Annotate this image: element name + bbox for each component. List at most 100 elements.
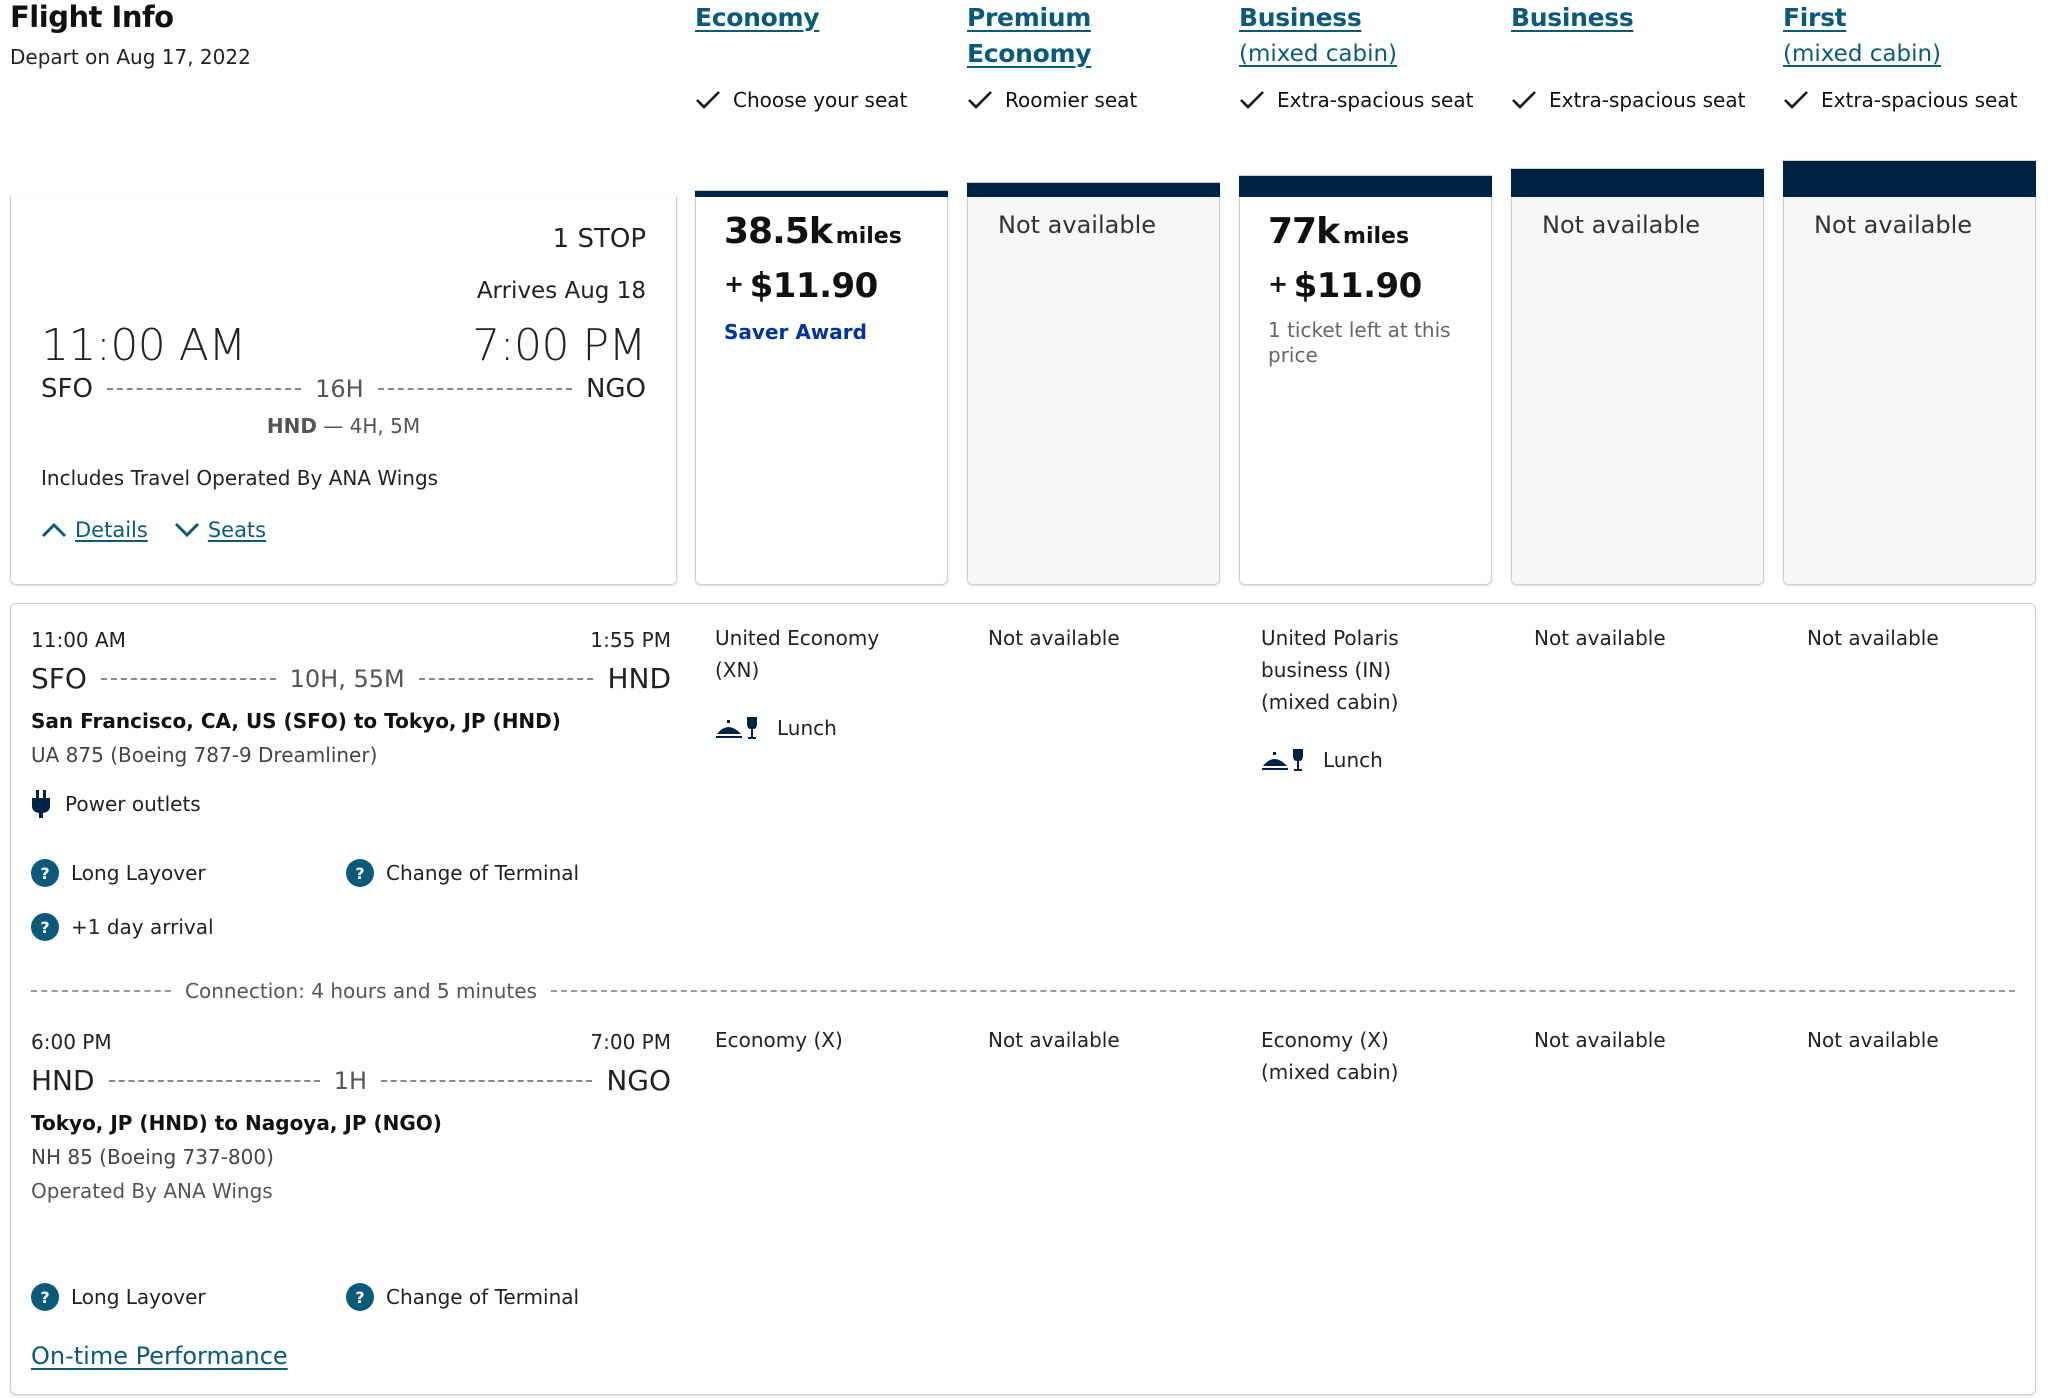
cabin-link-economy[interactable]: Economy (695, 0, 948, 36)
cabin-text: Not available (1807, 626, 1939, 650)
segment-2-cabin-premium-economy: Not available (988, 1024, 1228, 1056)
note-change-terminal[interactable]: ? Change of Terminal (346, 1283, 661, 1311)
check-icon (1512, 91, 1536, 109)
help-icon: ? (346, 1283, 374, 1311)
stopover-separator: — (323, 414, 344, 438)
note-label: Change of Terminal (386, 1285, 580, 1309)
stopover-info: HND — 4H, 5M (11, 414, 676, 438)
segment-destination: NGO (606, 1064, 672, 1097)
meal-info: Lunch (1261, 744, 1501, 776)
stopover-airport: HND (266, 414, 317, 438)
fare-miles: 38.5k (724, 211, 833, 252)
column-header-business: Business Extra-spacious seat (1511, 0, 1764, 112)
note-long-layover[interactable]: ? Long Layover (31, 859, 346, 887)
cabin-text: Not available (988, 1028, 1120, 1052)
seats-link-label: Seats (207, 518, 267, 542)
destination-code: NGO (585, 374, 646, 404)
note-label: +1 day arrival (71, 915, 214, 939)
segment-arrival-time: 1:55 PM (590, 628, 671, 652)
segment-departure-time: 11:00 AM (31, 628, 126, 652)
check-icon (1784, 91, 1808, 109)
note-label: Long Layover (71, 861, 206, 885)
feature-label: Extra-spacious seat (1277, 88, 1474, 112)
fare-miles-unit: miles (835, 224, 902, 249)
meal-icon (1262, 749, 1303, 771)
on-time-performance-link[interactable]: On-time Performance (31, 1342, 288, 1370)
route-dash (106, 388, 302, 390)
cabin-link-first-mixed[interactable]: First (1783, 0, 2036, 36)
cabin-text: Economy (X) (mixed cabin) (1261, 1028, 1399, 1084)
segment-departure-time: 6:00 PM (31, 1030, 112, 1054)
meal-info: Lunch (715, 712, 955, 744)
segment-1-cabin-first-mixed: Not available (1807, 622, 2047, 654)
segment-destination: HND (607, 662, 672, 695)
cabin-link-premium-economy[interactable]: Premium Economy (967, 0, 1220, 72)
fare-card-premium-economy: Not available (967, 182, 1220, 585)
fare-card-top-bar (1239, 176, 1492, 197)
not-available-label: Not available (1814, 211, 1973, 239)
cabin-subtitle-link[interactable]: (mixed cabin) (1783, 36, 2036, 72)
segment-2-cabin-economy: Economy (X) (715, 1024, 955, 1056)
cabin-link-business[interactable]: Business (1511, 0, 1764, 36)
help-icon: ? (31, 913, 59, 941)
origin-code: SFO (41, 374, 93, 404)
feature-label: Roomier seat (1005, 88, 1138, 112)
total-duration: 16H (315, 375, 364, 403)
help-icon: ? (31, 859, 59, 887)
feature-item: Choose your seat (695, 88, 907, 112)
check-icon (1240, 91, 1264, 109)
fare-miles: 77k (1268, 211, 1340, 252)
segment-notes: ? Long Layover ? Change of Terminal (31, 1283, 671, 1311)
segment-1-cabin-business: Not available (1534, 622, 1774, 654)
fare-card-economy[interactable]: 38.5k miles + $11.90 Saver Award (695, 190, 948, 585)
stops-label: 1 STOP (552, 224, 646, 254)
fare-price: $11.90 (749, 266, 879, 306)
fare-card-top-bar (967, 183, 1220, 197)
segment-2-cabin-first-mixed: Not available (1807, 1024, 2047, 1056)
fare-card-first-mixed: Not available (1783, 160, 2036, 585)
amenity-label: Power outlets (65, 792, 201, 816)
feature-item: Extra-spacious seat (1511, 88, 1745, 112)
help-icon: ? (346, 859, 374, 887)
fare-card-top-bar (1511, 169, 1764, 197)
departure-time: 11:00 AM (41, 320, 246, 371)
depart-date: Depart on Aug 17, 2022 (10, 45, 251, 69)
fare-plus: + (724, 270, 744, 298)
cabin-link-business-mixed[interactable]: Business (1239, 0, 1492, 36)
note-plus-one-day[interactable]: ? +1 day arrival (31, 913, 346, 941)
segment-cities: San Francisco, CA, US (SFO) to Tokyo, JP… (31, 709, 561, 733)
fare-plus: + (1268, 270, 1288, 298)
fare-card-business-mixed[interactable]: 77k miles + $11.90 1 ticket left at this p… (1239, 175, 1492, 585)
details-toggle[interactable]: Details (41, 518, 148, 542)
note-long-layover[interactable]: ? Long Layover (31, 1283, 346, 1311)
segment-flight-number: NH 85 (Boeing 737-800) (31, 1145, 274, 1169)
segment-flight-number: UA 875 (Boeing 787-9 Dreamliner) (31, 743, 378, 767)
tickets-left-label: 1 ticket left at this price (1268, 318, 1451, 367)
cabin-text: Not available (988, 626, 1120, 650)
meal-label: Lunch (777, 716, 837, 740)
summary-links: Details Seats (41, 518, 266, 542)
connection-divider: Connection: 4 hours and 5 minutes (31, 979, 2015, 1003)
meal-label: Lunch (1323, 748, 1383, 772)
route-line: SFO 16H NGO (41, 374, 646, 404)
route-dash (377, 388, 572, 390)
segment-arrival-time: 7:00 PM (590, 1030, 671, 1054)
cabin-text: Not available (1807, 1028, 1939, 1052)
cabin-subtitle-link[interactable]: (mixed cabin) (1239, 36, 1492, 72)
note-label: Long Layover (71, 1285, 206, 1309)
cabin-text: Not available (1534, 626, 1666, 650)
note-change-terminal[interactable]: ? Change of Terminal (346, 859, 661, 887)
connection-label: Connection: 4 hours and 5 minutes (185, 979, 537, 1003)
fare-price: $11.90 (1293, 266, 1423, 306)
segment-origin: SFO (31, 662, 87, 695)
fare-card-top-bar (1783, 161, 2036, 197)
seats-toggle[interactable]: Seats (174, 518, 266, 542)
segment-origin: HND (31, 1064, 95, 1097)
help-icon: ? (31, 1283, 59, 1311)
route-dash (108, 1079, 320, 1082)
segment-duration: 1H (333, 1066, 368, 1095)
segment-2: 6:00 PM 7:00 PM HND 1H NGO Tokyo, JP (HN… (31, 1030, 671, 1311)
segment-cities: Tokyo, JP (HND) to Nagoya, JP (NGO) (31, 1111, 442, 1135)
amenity-power: Power outlets (31, 789, 671, 819)
column-header-economy: Economy Choose your seat (695, 0, 948, 112)
